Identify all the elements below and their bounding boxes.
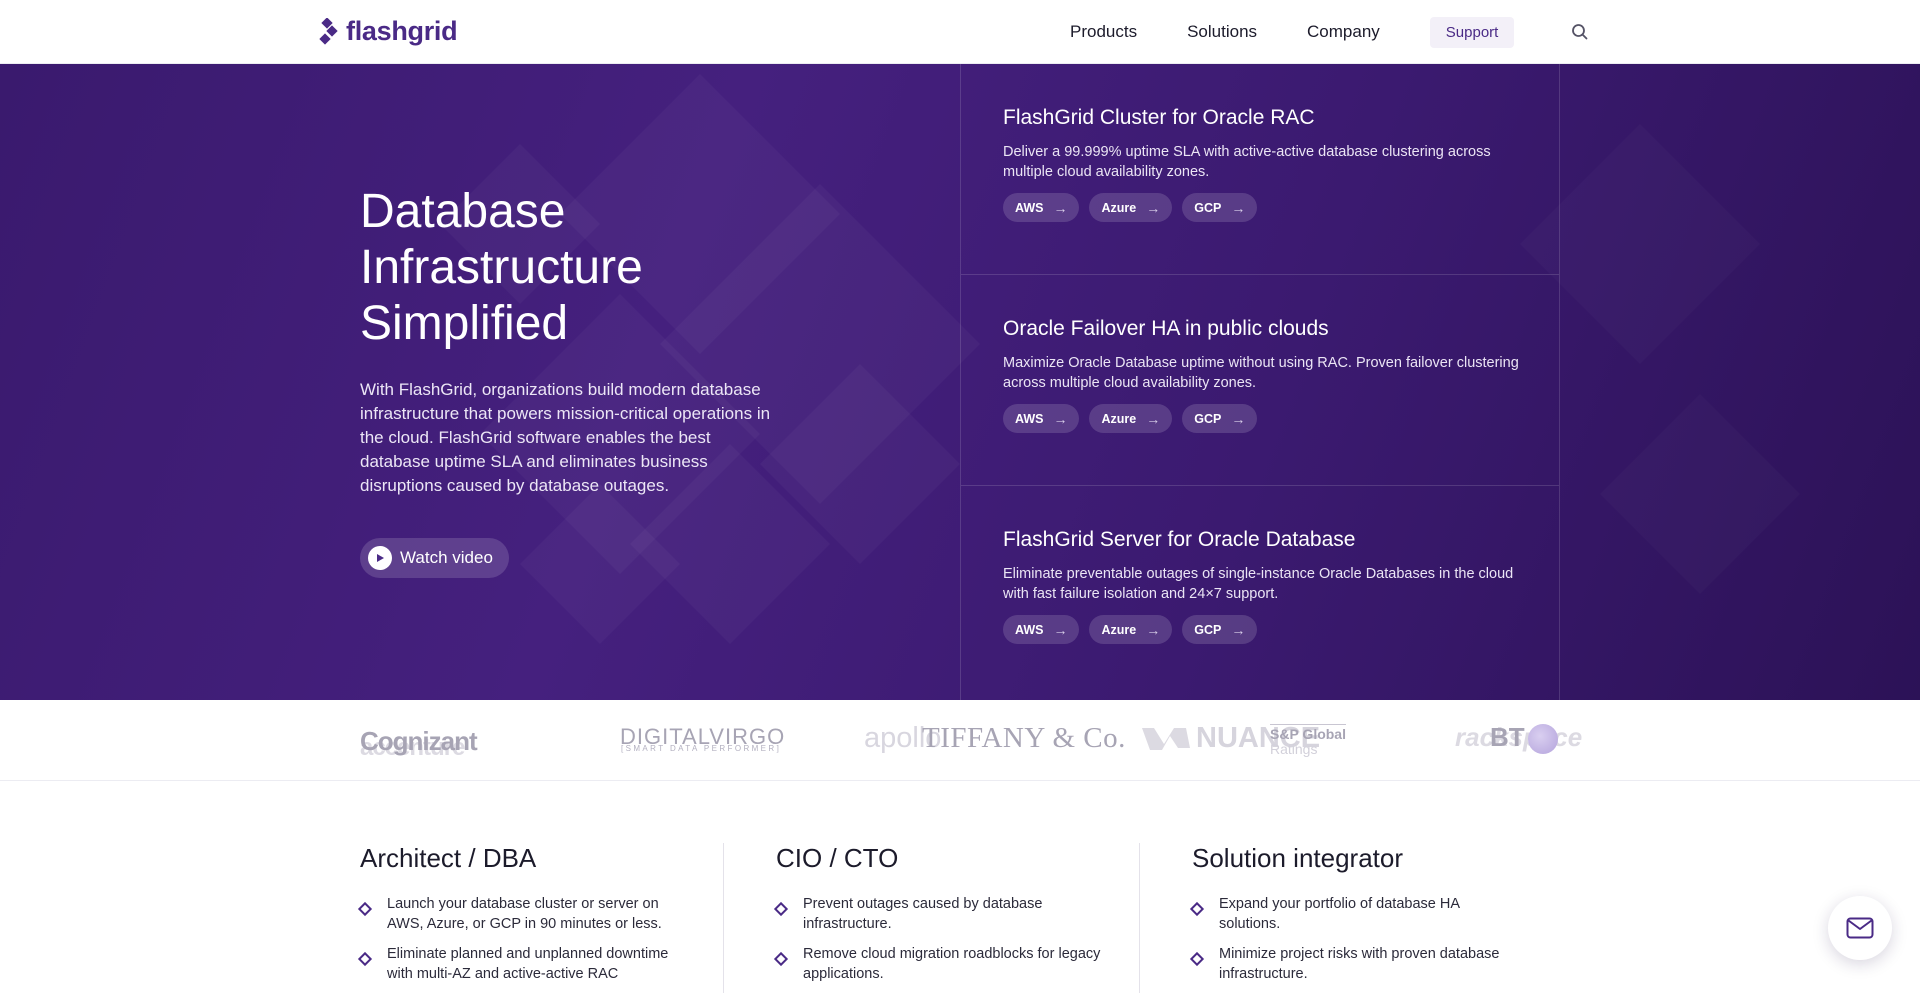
watch-video-label: Watch video (400, 548, 493, 567)
diamond-bullet-icon (1189, 951, 1205, 967)
bullet-text: Eliminate planned and unplanned downtime… (387, 946, 669, 982)
arrow-right-icon: → (1053, 621, 1068, 638)
arrow-right-icon: → (1231, 410, 1246, 427)
arrow-right-icon: → (1146, 410, 1161, 427)
arrow-right-icon: → (1231, 621, 1246, 638)
list-item: Expand your portfolio of database HA sol… (1189, 894, 1532, 934)
persona-title: Solution integrator (1192, 843, 1404, 873)
column-divider (723, 843, 724, 993)
nuance-mark-icon (1142, 728, 1190, 750)
logo-text: flashgrid (346, 16, 458, 46)
pill-gcp[interactable]: GCP → (1182, 615, 1258, 644)
pill-label: Azure (1101, 622, 1137, 637)
persona-integrator: Solution integrator Expand your portfoli… (1189, 843, 1532, 993)
persona-architect: Architect / DBA Launch your database clu… (357, 843, 700, 993)
logo-sp-ratings: Ratings (1270, 741, 1318, 757)
main-nav: Products Solutions Company Support (1070, 0, 1515, 64)
diamond-bullet-icon (773, 901, 789, 917)
logo-bt: BT (1490, 722, 1525, 752)
product-card-server[interactable]: FlashGrid Server for Oracle Database Eli… (961, 486, 1559, 697)
cloud-pills: AWS → Azure → GCP → (1003, 404, 1517, 433)
list-item: Remove cloud migration roadblocks for le… (773, 944, 1116, 984)
diamond-bullet-icon (357, 951, 373, 967)
pill-azure[interactable]: Azure → (1089, 615, 1173, 644)
bt-globe-icon (1528, 724, 1558, 754)
search-icon[interactable] (1570, 22, 1590, 42)
hero-section: Database Infrastructure Simplified With … (0, 64, 1920, 700)
logo-sp-global: S&P Global (1270, 724, 1346, 742)
list-item: Launch your database cluster or server o… (357, 894, 700, 934)
diamond-bullet-icon (357, 901, 373, 917)
persona-title: Architect / DBA (360, 843, 537, 873)
arrow-right-icon: → (1053, 410, 1068, 427)
bullet-text: Expand your portfolio of database HA sol… (1219, 896, 1460, 932)
flashgrid-logo-icon (319, 17, 338, 45)
customer-logos-strip: accenture Cognizant DIGITALVIRGO [SMART … (0, 700, 1920, 781)
logo-cognizant: Cognizant (360, 726, 478, 756)
arrow-right-icon: → (1146, 621, 1161, 638)
product-card-title[interactable]: Oracle Failover HA in public clouds (1003, 317, 1517, 341)
pill-gcp[interactable]: GCP → (1182, 404, 1258, 433)
play-icon (368, 546, 392, 570)
watch-video-button[interactable]: Watch video (360, 538, 509, 578)
diamond-bullet-icon (773, 951, 789, 967)
pill-label: GCP (1194, 622, 1222, 637)
pill-label: AWS (1015, 200, 1044, 215)
diamond-bullet-icon (1189, 901, 1205, 917)
product-card-description: Eliminate preventable outages of single-… (1003, 566, 1514, 602)
product-card-failover[interactable]: Oracle Failover HA in public clouds Maxi… (961, 275, 1559, 486)
persona-title: CIO / CTO (776, 843, 899, 873)
pill-azure[interactable]: Azure → (1089, 193, 1173, 222)
bullet-text: Launch your database cluster or server o… (387, 896, 662, 932)
persona-cio: CIO / CTO Prevent outages caused by data… (773, 843, 1116, 993)
product-card-rac[interactable]: FlashGrid Cluster for Oracle RAC Deliver… (961, 64, 1559, 275)
pill-label: GCP (1194, 200, 1222, 215)
list-item: Eliminate planned and unplanned downtime… (357, 944, 700, 984)
product-card-title[interactable]: FlashGrid Cluster for Oracle RAC (1003, 106, 1517, 130)
product-card-description: Maximize Oracle Database uptime without … (1003, 355, 1519, 391)
arrow-right-icon: → (1231, 199, 1246, 216)
hero-description: With FlashGrid, organizations build mode… (360, 380, 771, 495)
nav-support-button[interactable]: Support (1429, 16, 1515, 48)
bullet-text: Minimize project risks with proven datab… (1219, 946, 1500, 982)
flashgrid-logo[interactable]: flashgrid (318, 16, 458, 47)
product-cards: FlashGrid Cluster for Oracle RAC Deliver… (960, 64, 1560, 700)
nav-solutions[interactable]: Solutions (1187, 22, 1257, 42)
nav-products[interactable]: Products (1070, 22, 1137, 42)
site-header: flashgrid Products Solutions Company Sup… (0, 0, 1920, 64)
logo-digital-virgo-tagline: [SMART DATA PERFORMER] (621, 744, 782, 753)
nav-company[interactable]: Company (1307, 22, 1380, 42)
arrow-right-icon: → (1146, 199, 1161, 216)
column-divider (1139, 843, 1140, 993)
pill-azure[interactable]: Azure → (1089, 404, 1173, 433)
list-item: Minimize project risks with proven datab… (1189, 944, 1532, 984)
hero-title: Database Infrastructure Simplified (360, 185, 643, 350)
logo-tiffany: TIFFANY & Co. (922, 722, 1126, 754)
bullet-text: Remove cloud migration roadblocks for le… (803, 946, 1101, 982)
pill-gcp[interactable]: GCP → (1182, 193, 1258, 222)
contact-chat-button[interactable] (1828, 896, 1892, 960)
pill-aws[interactable]: AWS → (1003, 404, 1080, 433)
arrow-right-icon: → (1053, 199, 1068, 216)
bullet-text: Prevent outages caused by database infra… (803, 896, 1043, 932)
cloud-pills: AWS → Azure → GCP → (1003, 193, 1517, 222)
product-card-description: Deliver a 99.999% uptime SLA with active… (1003, 144, 1491, 180)
mail-icon (1846, 917, 1874, 939)
list-item: Prevent outages caused by database infra… (773, 894, 1116, 934)
pill-label: AWS (1015, 622, 1044, 637)
pill-label: AWS (1015, 411, 1044, 426)
pill-aws[interactable]: AWS → (1003, 193, 1080, 222)
pill-aws[interactable]: AWS → (1003, 615, 1080, 644)
cloud-pills: AWS → Azure → GCP → (1003, 615, 1517, 644)
pill-label: Azure (1101, 411, 1137, 426)
product-card-title[interactable]: FlashGrid Server for Oracle Database (1003, 528, 1517, 552)
pill-label: GCP (1194, 411, 1222, 426)
personas-section: Architect / DBA Launch your database clu… (0, 781, 1920, 993)
pill-label: Azure (1101, 200, 1137, 215)
